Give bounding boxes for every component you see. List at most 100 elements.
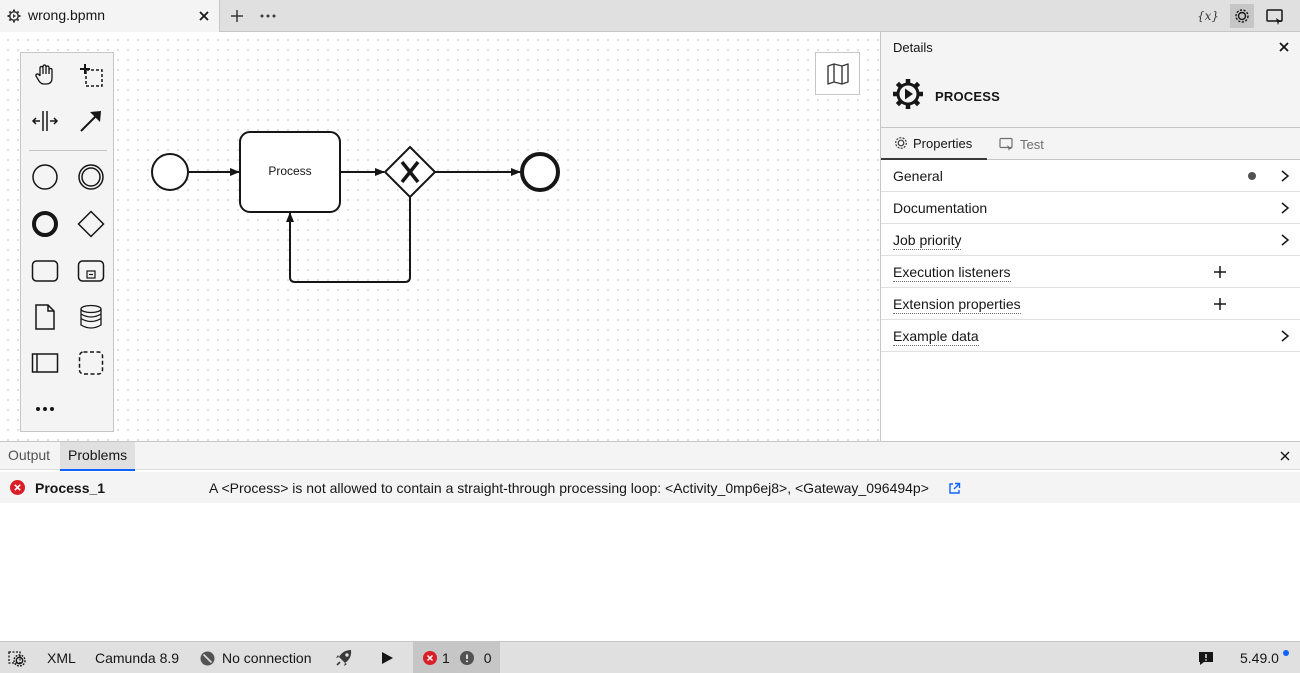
connect-tool[interactable] [75, 105, 107, 137]
hand-tool[interactable] [29, 59, 61, 91]
group-label: General [893, 168, 943, 184]
create-start-event[interactable] [29, 161, 61, 193]
problem-row[interactable]: Process_1 A <Process> is not allowed to … [0, 472, 1300, 503]
group-general[interactable]: General [881, 160, 1300, 192]
problem-element-id[interactable]: Process_1 [35, 480, 105, 496]
external-link-icon[interactable] [948, 482, 961, 495]
add-tab-icon[interactable] [228, 7, 246, 25]
feedback-icon [1199, 652, 1213, 665]
element-type-label: PROCESS [935, 89, 1000, 104]
tab-test-label: Test [1020, 136, 1044, 152]
tab-bar: wrong.bpmn {x} [0, 0, 1300, 32]
bpmn-file-icon [7, 9, 21, 23]
space-tool[interactable] [29, 105, 61, 137]
play-icon [382, 652, 393, 664]
pool-icon [31, 353, 59, 373]
warning-count: 0 [483, 650, 492, 666]
lasso-tool[interactable] [75, 59, 107, 91]
settings-button[interactable] [1230, 4, 1254, 28]
close-icon[interactable] [1280, 451, 1290, 461]
group-example-data[interactable]: Example data [881, 320, 1300, 352]
palette-separator [29, 150, 107, 151]
end-event[interactable] [520, 152, 560, 192]
create-intermediate-event[interactable] [75, 161, 107, 193]
chevron-right-icon [1281, 330, 1290, 342]
properties-header: Details [881, 32, 1300, 62]
create-task[interactable] [29, 255, 61, 287]
more-tools[interactable] [29, 393, 61, 425]
variables-button[interactable]: {x} [1196, 6, 1220, 26]
plus-icon[interactable] [1213, 297, 1227, 311]
engine-profile-button[interactable] [8, 642, 28, 673]
gear-icon [895, 137, 907, 149]
subprocess-icon [77, 260, 105, 282]
properties-tabs: Properties Test [881, 128, 1300, 160]
create-group[interactable] [75, 347, 107, 379]
task-label: Process [268, 164, 312, 178]
group-label: Job priority [893, 232, 962, 250]
element-header: PROCESS [881, 62, 1300, 128]
problem-message: A <Process> is not allowed to contain a … [209, 480, 929, 496]
start-event[interactable] [151, 153, 189, 191]
process-icon [893, 79, 923, 109]
tab-output[interactable]: Output [8, 442, 50, 470]
run-button[interactable] [380, 642, 398, 673]
group-label: Example data [893, 328, 979, 346]
panel-toggle-icon[interactable] [1264, 6, 1286, 26]
test-icon [999, 137, 1013, 151]
xml-view-button[interactable]: XML [47, 642, 76, 673]
data-store-icon [80, 304, 102, 329]
tab-label: wrong.bpmn [28, 7, 106, 23]
engine-version-button[interactable]: Camunda 8.9 [95, 642, 179, 673]
modeling-canvas[interactable]: Process [0, 32, 880, 441]
minimap-toggle[interactable] [815, 52, 860, 95]
version-label[interactable]: 5.49.0 [1240, 642, 1279, 673]
chevron-right-icon [1281, 170, 1290, 182]
feedback-button[interactable] [1198, 642, 1216, 673]
start-event-icon [32, 164, 58, 190]
gear-icon [1235, 9, 1249, 23]
more-icon[interactable] [258, 7, 278, 25]
connection-label: No connection [222, 650, 312, 666]
create-end-event[interactable] [29, 208, 61, 240]
close-icon[interactable] [196, 8, 212, 24]
lasso-icon [80, 64, 103, 87]
group-execution-listeners[interactable]: Execution listeners [881, 256, 1300, 288]
tab-properties-label: Properties [913, 135, 973, 151]
close-icon[interactable] [1277, 40, 1291, 54]
tab-wrong-bpmn[interactable]: wrong.bpmn [0, 0, 220, 32]
create-pool[interactable] [29, 347, 61, 379]
tab-problems[interactable]: Problems [60, 442, 136, 471]
tab-test[interactable]: Test [999, 128, 1063, 160]
gear-icon [8, 651, 26, 667]
chevron-right-icon [1281, 202, 1290, 214]
rocket-icon [336, 650, 352, 666]
deploy-button[interactable] [334, 642, 354, 673]
create-gateway[interactable] [75, 208, 107, 240]
tool-palette [20, 52, 114, 432]
create-data-object[interactable] [29, 301, 61, 333]
group-extension-properties[interactable]: Extension properties [881, 288, 1300, 320]
tab-properties[interactable]: Properties [881, 128, 987, 160]
group-label: Extension properties [893, 296, 1021, 314]
more-icon [36, 407, 54, 411]
data-indicator-dot [1248, 172, 1256, 180]
space-icon [31, 111, 59, 131]
plus-icon[interactable] [1213, 265, 1227, 279]
create-subprocess[interactable] [75, 255, 107, 287]
gateway-icon [77, 210, 105, 238]
warning-icon [459, 651, 474, 665]
group-documentation[interactable]: Documentation [881, 192, 1300, 224]
error-icon [423, 651, 437, 665]
map-icon [826, 62, 849, 85]
exclusive-gateway[interactable] [383, 145, 437, 199]
connection-button[interactable]: No connection [200, 642, 312, 673]
arrow-icon [80, 111, 101, 132]
chevron-right-icon [1281, 234, 1290, 246]
properties-panel: Details PROCESS Properties Test General [880, 32, 1300, 441]
problems-toggle[interactable]: 1 0 [413, 642, 500, 673]
create-data-store[interactable] [75, 301, 107, 333]
properties-title: Details [893, 40, 933, 55]
group-job-priority[interactable]: Job priority [881, 224, 1300, 256]
error-count: 1 [442, 650, 450, 666]
